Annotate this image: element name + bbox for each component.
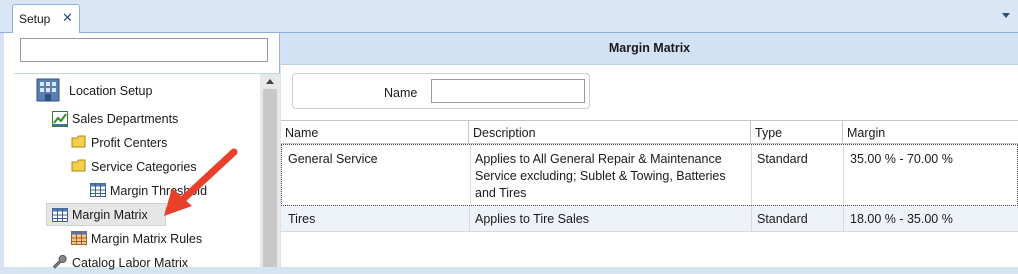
tree-item-sales-departments[interactable]: Sales Departments [52, 108, 202, 130]
column-header-name[interactable]: Name [281, 121, 469, 144]
wrench-icon [52, 255, 67, 269]
folder-icon [71, 135, 86, 148]
folder-icon [71, 159, 86, 172]
cell-description: Applies to Tire Sales [475, 212, 589, 226]
cell-name: General Service [288, 152, 378, 166]
grid-icon [52, 208, 68, 222]
chart-icon [52, 111, 68, 127]
tab-setup[interactable]: Setup ✕ [12, 4, 80, 34]
cell-description: Applies to All General Repair & Maintena… [475, 152, 726, 200]
close-icon[interactable]: ✕ [62, 10, 73, 26]
table-row[interactable]: General Service Applies to All General R… [281, 144, 1018, 206]
tab-label: Setup [19, 12, 51, 26]
tree-item-margin-matrix-rules[interactable]: Margin Matrix Rules [71, 228, 221, 250]
scroll-thumb[interactable] [263, 89, 277, 267]
filter-box: Name [292, 73, 590, 109]
scroll-up-arrow-icon[interactable] [266, 79, 274, 84]
divider [14, 73, 280, 74]
building-icon [36, 78, 60, 102]
cell-type: Standard [757, 212, 808, 226]
grid-orange-icon [71, 231, 87, 245]
main-panel: Margin Matrix Name Name Description Type… [281, 33, 1018, 267]
tree-item-label: Margin Matrix Rules [91, 232, 203, 246]
tree-item-location-setup[interactable]: Location Setup [34, 77, 194, 102]
chevron-down-icon[interactable] [1002, 13, 1010, 18]
cell-margin: 35.00 % - 70.00 % [850, 152, 953, 166]
column-header-description[interactable]: Description [469, 121, 751, 144]
tree-item-label: Sales Departments [72, 112, 179, 126]
tab-strip: Setup ✕ [0, 0, 1018, 34]
column-header-type[interactable]: Type [751, 121, 843, 144]
grid-icon [90, 183, 106, 197]
tree-item-label: Location Setup [69, 84, 153, 98]
grid-header: Name Description Type Margin [281, 120, 1018, 144]
tree-item-catalog-labor-matrix[interactable]: Catalog Labor Matrix [52, 252, 212, 274]
cell-name: Tires [288, 212, 316, 226]
name-label: Name [384, 86, 418, 100]
tree-item-label: Margin Matrix [72, 208, 148, 222]
name-filter-input[interactable] [431, 79, 585, 103]
tree-scrollbar[interactable] [260, 74, 280, 267]
column-header-margin[interactable]: Margin [843, 121, 1018, 144]
cell-type: Standard [757, 152, 808, 166]
annotation-arrow-icon [164, 148, 238, 216]
panel-header: Margin Matrix [281, 33, 1018, 65]
cell-margin: 18.00 % - 35.00 % [850, 212, 953, 226]
page-title: Margin Matrix [608, 41, 691, 55]
tree-item-margin-matrix[interactable]: Margin Matrix [46, 203, 166, 226]
tree-item-label: Catalog Labor Matrix [72, 256, 189, 270]
tree-item-label: Profit Centers [91, 136, 168, 150]
tree-search-input[interactable] [20, 38, 268, 62]
table-row[interactable]: Tires Applies to Tire Sales Standard 18.… [281, 206, 1018, 232]
